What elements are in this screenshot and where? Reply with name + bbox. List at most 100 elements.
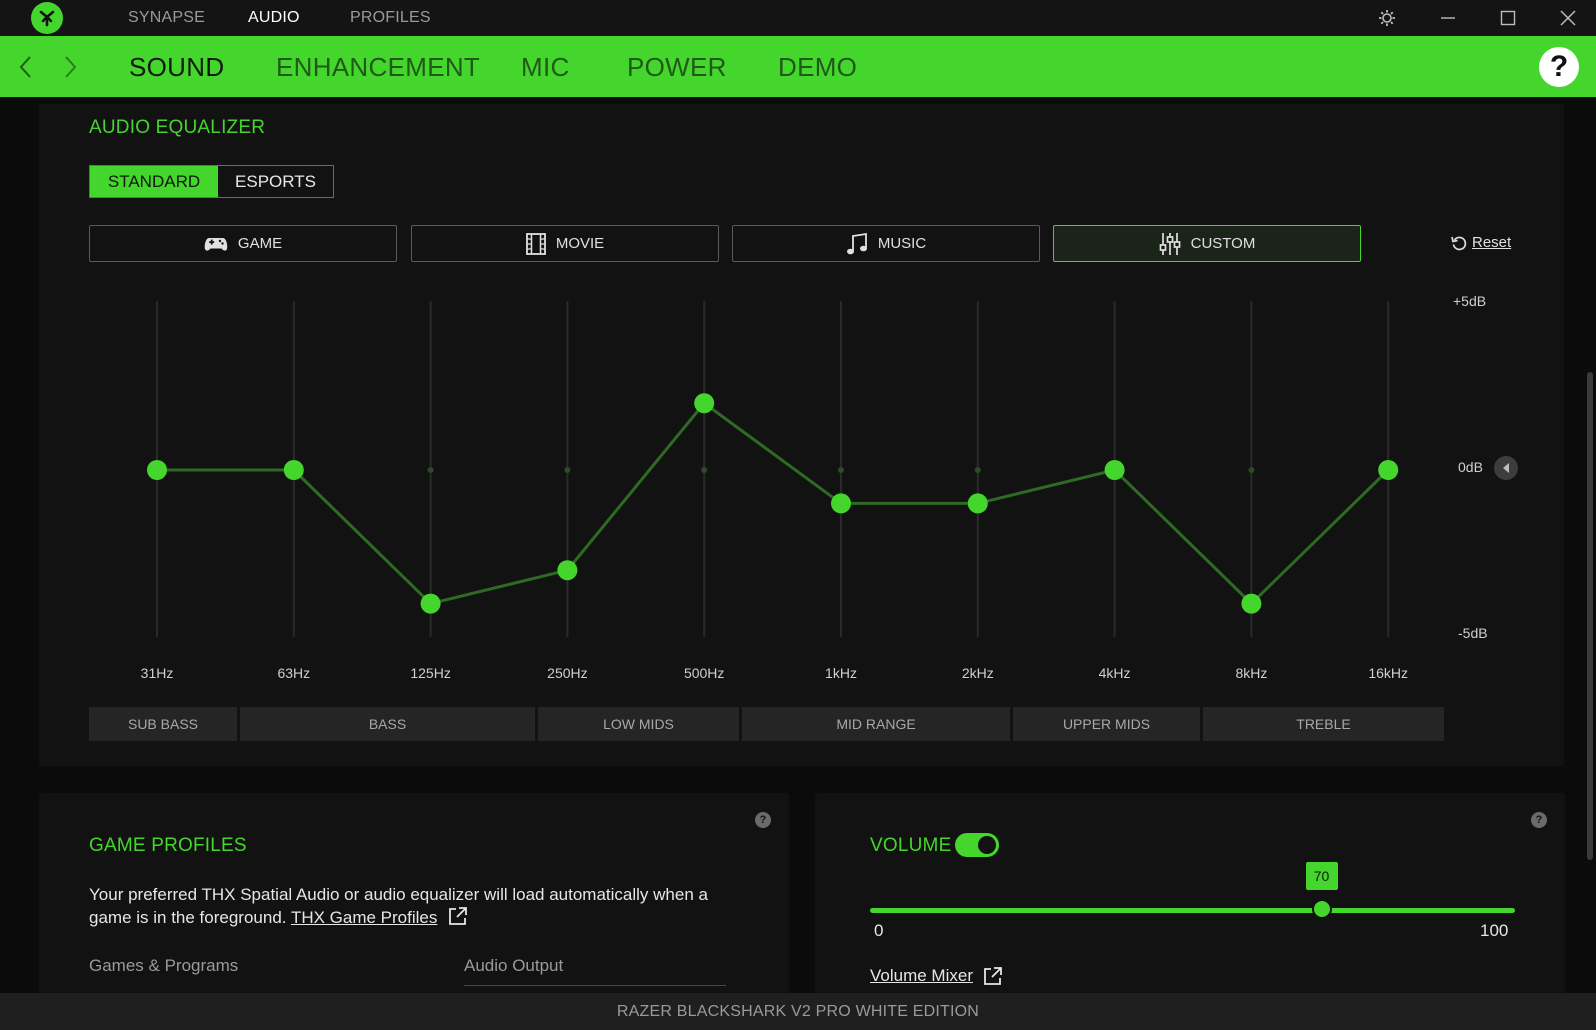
frequency-label: 16kHz — [1368, 665, 1409, 681]
eq-handle-125Hz[interactable] — [420, 593, 441, 614]
frequency-label: 2kHz — [961, 665, 994, 681]
title-bar: SYNAPSE AUDIO PROFILES — [0, 0, 1596, 36]
razer-logo-icon — [31, 2, 63, 34]
back-arrow-icon[interactable] — [15, 54, 35, 80]
volume-toggle[interactable] — [955, 833, 999, 857]
mode-standard-button[interactable]: STANDARD — [90, 166, 218, 197]
db-zero-label: 0dB — [1458, 459, 1483, 475]
game-profiles-description: Your preferred THX Spatial Audio or audi… — [89, 883, 749, 929]
volume-slider-thumb[interactable] — [1311, 899, 1332, 919]
tab-sound[interactable]: SOUND — [129, 52, 224, 83]
eq-zero-marker — [838, 467, 844, 473]
frequency-label: 31Hz — [140, 665, 174, 681]
thx-game-profiles-link[interactable]: THX Game Profiles — [291, 908, 437, 927]
db-max-label: +5dB — [1453, 293, 1487, 309]
db-min-label: -5dB — [1458, 625, 1488, 641]
band-mid-range[interactable]: MID RANGE — [742, 707, 1010, 741]
synapse-window: SYNAPSE AUDIO PROFILES SOUND ENHANCEMENT… — [0, 0, 1596, 1030]
close-icon[interactable] — [1555, 6, 1581, 30]
eq-zero-marker — [1111, 467, 1118, 473]
eq-zero-marker — [564, 467, 571, 473]
nav-profiles[interactable]: PROFILES — [350, 9, 431, 27]
volume-card: ? VOLUME 70 0 100 Volume Mixer — [815, 793, 1565, 993]
band-low-mids[interactable]: LOW MIDS — [538, 707, 739, 741]
band-upper-mids[interactable]: UPPER MIDS — [1013, 707, 1200, 741]
minimize-icon[interactable] — [1435, 6, 1461, 30]
nav-audio[interactable]: AUDIO — [248, 9, 300, 27]
mode-esports-button[interactable]: ESPORTS — [218, 166, 333, 197]
settings-gear-icon[interactable] — [1374, 6, 1400, 30]
eq-zero-marker — [290, 467, 297, 473]
volume-slider-track[interactable] — [870, 908, 1515, 913]
device-status-bar: RAZER BLACKSHARK V2 PRO WHITE EDITION — [0, 993, 1596, 1030]
audio-output-divider — [464, 985, 726, 986]
music-note-icon — [846, 232, 867, 254]
frequency-label: 63Hz — [277, 665, 311, 681]
eq-handle-8kHz[interactable] — [1241, 593, 1262, 614]
eq-zero-marker — [1248, 467, 1255, 473]
eq-handle-16kHz[interactable] — [1378, 460, 1399, 480]
help-circle-icon[interactable]: ? — [1531, 812, 1547, 828]
audio-output-header: Audio Output — [464, 956, 564, 975]
preset-custom-label: CUSTOM — [1190, 235, 1256, 252]
eq-curve — [157, 401, 1390, 606]
tab-mic[interactable]: MIC — [521, 52, 570, 83]
game-profiles-card: ? GAME PROFILES Your preferred THX Spati… — [39, 793, 789, 993]
preset-music-button[interactable]: MUSIC — [732, 225, 1040, 262]
maximize-icon[interactable] — [1495, 6, 1521, 30]
frequency-label: 500Hz — [683, 665, 725, 681]
reset-button[interactable]: Reset — [1451, 234, 1511, 251]
eq-zero-marker — [701, 467, 708, 473]
frequency-label: 125Hz — [410, 665, 451, 681]
band-treble[interactable]: TREBLE — [1203, 707, 1444, 741]
help-circle-icon[interactable]: ? — [755, 812, 771, 828]
preset-movie-button[interactable]: MOVIE — [411, 225, 719, 262]
external-link-icon[interactable] — [983, 966, 1003, 986]
preset-movie-label: MOVIE — [555, 235, 605, 252]
band-bass[interactable]: BASS — [240, 707, 535, 741]
eq-handle-500Hz[interactable] — [694, 393, 715, 414]
eq-handle-63Hz[interactable] — [283, 460, 304, 480]
vertical-scrollbar[interactable] — [1587, 372, 1593, 860]
reset-icon — [1451, 236, 1467, 250]
frequency-label: 250Hz — [547, 665, 588, 681]
frequency-label: 8kHz — [1235, 665, 1268, 681]
game-profiles-title: GAME PROFILES — [89, 835, 247, 856]
eq-zero-marker — [154, 467, 160, 473]
volume-mixer-link[interactable]: Volume Mixer — [870, 966, 973, 986]
games-programs-header: Games & Programs — [89, 956, 239, 975]
tab-enhancement[interactable]: ENHANCEMENT — [276, 52, 480, 83]
eq-zero-marker — [427, 467, 434, 473]
audio-equalizer-card: AUDIO EQUALIZER STANDARD ESPORTS GAME MO… — [39, 104, 1564, 766]
frequency-label: 4kHz — [1098, 665, 1131, 681]
volume-value-badge: 70 — [1305, 862, 1338, 890]
forward-arrow-icon[interactable] — [61, 54, 81, 80]
preset-game-button[interactable]: GAME — [89, 225, 397, 262]
frequency-label: 1kHz — [825, 665, 857, 681]
tab-power[interactable]: POWER — [627, 52, 727, 83]
volume-mixer-link-row: Volume Mixer — [870, 966, 1003, 986]
volume-min-label: 0 — [874, 921, 884, 940]
eq-handle-250Hz[interactable] — [557, 560, 578, 581]
volume-title: VOLUME — [870, 835, 952, 856]
band-sub-bass[interactable]: SUB BASS — [89, 707, 237, 741]
gamepad-icon — [204, 237, 228, 251]
eq-handle-4kHz[interactable] — [1104, 460, 1125, 480]
film-icon — [525, 232, 546, 255]
preset-custom-button[interactable]: CUSTOM — [1053, 225, 1361, 262]
tab-bar: SOUND ENHANCEMENT MIC POWER DEMO ? — [0, 36, 1596, 97]
preset-game-label: GAME — [237, 235, 283, 252]
reset-label: Reset — [1472, 234, 1512, 251]
tab-demo[interactable]: DEMO — [778, 52, 857, 83]
eq-handle-31Hz[interactable] — [147, 460, 167, 480]
help-button[interactable]: ? — [1539, 47, 1579, 87]
equalizer-title: AUDIO EQUALIZER — [89, 117, 266, 138]
eq-handle-1kHz[interactable] — [831, 493, 851, 514]
eq-mode-selector: STANDARD ESPORTS — [89, 165, 334, 198]
eq-handle-2kHz[interactable] — [967, 493, 988, 514]
preset-music-label: MUSIC — [877, 235, 927, 252]
nav-synapse[interactable]: SYNAPSE — [128, 9, 205, 27]
collapse-arrow-icon[interactable] — [1494, 456, 1518, 480]
external-link-icon[interactable] — [448, 906, 468, 926]
sliders-icon — [1159, 232, 1180, 255]
